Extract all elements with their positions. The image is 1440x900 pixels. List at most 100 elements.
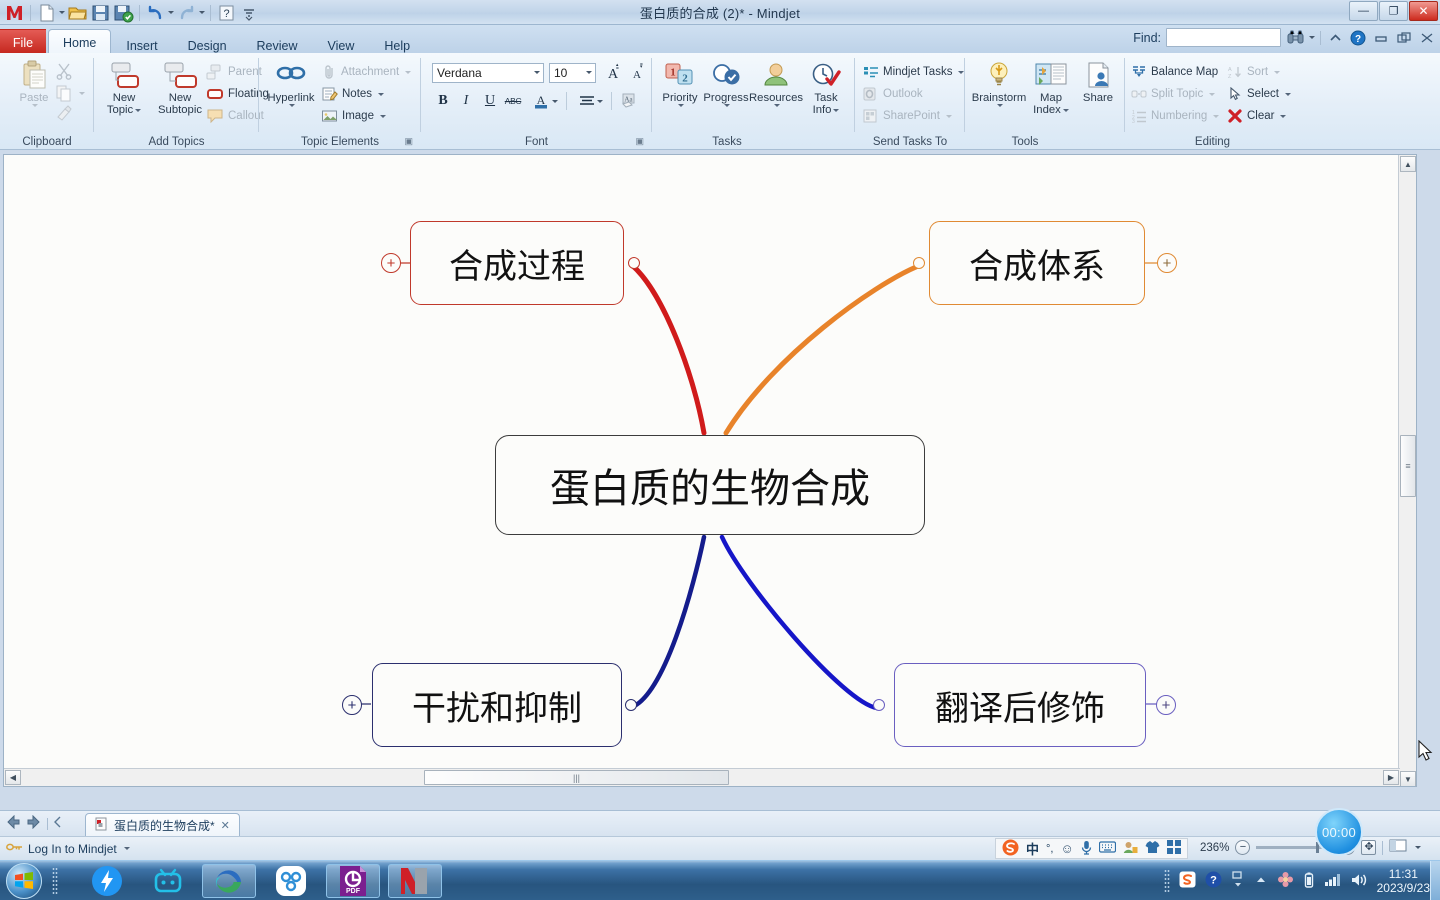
outlook-button[interactable]: Outlook (863, 84, 923, 104)
hyperlink-dropdown-icon[interactable] (289, 104, 295, 107)
numbering-dropdown-icon[interactable] (1213, 114, 1220, 118)
login-dropdown-icon[interactable] (123, 847, 130, 850)
strikethrough-button[interactable]: ABC (502, 90, 524, 112)
tray-network-icon[interactable] (1324, 872, 1341, 890)
task-info-dropdown-icon[interactable] (833, 108, 840, 112)
brainstorm-button[interactable]: Brainstorm (971, 58, 1027, 107)
topic-synthesis-process-connector[interactable] (628, 257, 640, 269)
taskbar-mindjet-icon[interactable] (388, 864, 442, 898)
login-to-mindjet-button[interactable]: Log In to Mindjet (6, 841, 130, 856)
topic-interference-inhibition[interactable]: 干扰和抑制 (372, 663, 622, 747)
document-tab[interactable]: 蛋白质的生物合成* ✕ (85, 813, 240, 837)
task-info-button[interactable]: Task Info (798, 58, 854, 116)
cut-button[interactable] (55, 61, 73, 81)
topic-post-translational-modification-expander[interactable]: + (1156, 695, 1176, 715)
skin-icon[interactable] (1145, 840, 1160, 857)
topic-interference-inhibition-connector[interactable] (625, 699, 637, 711)
zoom-out-button[interactable]: − (1235, 840, 1251, 855)
font-family-combo[interactable]: Verdana (432, 63, 544, 83)
progress-dropdown-icon[interactable] (724, 104, 730, 107)
tray-show-hidden-icon[interactable] (1254, 874, 1268, 889)
previous-tab-icon[interactable] (53, 816, 63, 831)
image-dropdown-icon[interactable] (379, 114, 386, 118)
tab-home[interactable]: Home (48, 29, 112, 55)
topic-post-translational-modification-connector[interactable] (873, 699, 885, 711)
grow-font-button[interactable]: A (601, 61, 623, 83)
mindjet-tasks-button[interactable]: Mindjet Tasks (863, 62, 965, 82)
taskbar-bilibili-icon[interactable] (141, 864, 195, 898)
scroll-right-button[interactable]: ▶ (1383, 770, 1399, 785)
canvas-vertical-scrollbar[interactable]: ▲ ≡ ▼ (1398, 155, 1416, 786)
fit-map-button[interactable]: ✥ (1361, 840, 1377, 855)
vertical-scroll-thumb[interactable]: ≡ (1400, 435, 1416, 497)
split-topic-dropdown-icon[interactable] (1209, 92, 1216, 96)
close-button[interactable]: ✕ (1409, 1, 1438, 21)
topic-elements-dialog-launcher[interactable]: ▣ (404, 136, 413, 147)
central-topic[interactable]: 蛋白质的生物合成 (495, 435, 925, 535)
forward-icon[interactable] (26, 814, 42, 832)
new-subtopic-button[interactable]: New Subtopic (152, 58, 208, 116)
user-icon[interactable] (1123, 841, 1138, 857)
notes-button[interactable]: Notes (321, 84, 385, 104)
scroll-down-button[interactable]: ▼ (1400, 771, 1416, 786)
new-topic-dropdown-icon[interactable] (135, 108, 142, 112)
mind-map-canvas[interactable]: 合成过程 + 合成体系 + 蛋白质的生物合成 干扰和抑制 + 翻译后修饰 + ▲… (3, 154, 1417, 787)
tab-file[interactable]: File (0, 29, 46, 55)
font-color-dropdown-icon[interactable] (552, 100, 558, 103)
help-circle-icon[interactable]: ? (1349, 29, 1367, 47)
clear-button[interactable]: Clear (1227, 106, 1287, 126)
taskbar-edge-icon[interactable] (202, 864, 256, 898)
paste-dropdown-icon[interactable] (32, 104, 38, 107)
topic-synthesis-system-connector[interactable] (913, 257, 925, 269)
font-color-button[interactable]: A (530, 90, 552, 112)
shrink-font-button[interactable]: A (625, 61, 647, 83)
topic-synthesis-system[interactable]: 合成体系 (929, 221, 1145, 305)
taskbar-clock[interactable]: 11:31 2023/9/23 (1377, 867, 1430, 895)
find-dropdown-icon[interactable] (1309, 36, 1315, 39)
numbering-button[interactable]: 123 Numbering (1131, 106, 1220, 126)
attachment-button[interactable]: Attachment (321, 62, 412, 82)
toolbox-icon[interactable] (1166, 840, 1181, 857)
font-dialog-launcher[interactable]: ▣ (635, 136, 644, 147)
progress-button[interactable]: Progress (698, 58, 754, 107)
back-icon[interactable] (5, 814, 21, 832)
document-tab-close-icon[interactable]: ✕ (221, 819, 230, 832)
ribbon-restore-icon[interactable] (1395, 29, 1413, 47)
topic-post-translational-modification[interactable]: 翻译后修饰 (894, 663, 1146, 747)
sogou-logo-icon[interactable] (1002, 839, 1019, 859)
new-topic-button[interactable]: New Topic (96, 58, 152, 116)
sort-button[interactable]: AZ Sort (1227, 62, 1281, 82)
resources-button[interactable]: Resources (748, 58, 804, 107)
align-dropdown-icon[interactable] (597, 100, 603, 103)
binoculars-icon[interactable] (1286, 29, 1304, 47)
notes-dropdown-icon[interactable] (378, 92, 385, 96)
sharepoint-button[interactable]: SharePoint (863, 106, 952, 126)
italic-button[interactable]: I (455, 90, 477, 112)
align-button[interactable] (576, 90, 598, 112)
find-input[interactable] (1166, 28, 1281, 47)
tray-help-icon[interactable]: ? (1205, 871, 1222, 891)
bold-button[interactable]: B (432, 90, 454, 112)
hyperlink-button[interactable]: Hyperlink (263, 58, 319, 107)
brainstorm-dropdown-icon[interactable] (997, 104, 1003, 107)
topic-synthesis-process[interactable]: 合成过程 (410, 221, 624, 305)
taskbar-pdf-icon[interactable]: PDF (326, 864, 380, 898)
ribbon-minimize-icon[interactable] (1372, 29, 1390, 47)
punctuation-icon[interactable]: °, (1046, 843, 1053, 855)
taskbar-flash-icon[interactable] (80, 864, 134, 898)
chevron-up-icon[interactable] (1326, 29, 1344, 47)
scroll-up-button[interactable]: ▲ (1400, 156, 1416, 172)
select-button[interactable]: Select (1227, 84, 1291, 104)
tray-window-icon[interactable] (1231, 870, 1245, 892)
font-size-dropdown-icon[interactable] (586, 71, 592, 74)
share-button[interactable]: Share (1070, 58, 1126, 104)
tray-battery-icon[interactable] (1303, 871, 1315, 892)
topic-synthesis-system-expander[interactable]: + (1157, 253, 1177, 273)
horizontal-scroll-thumb[interactable]: ||| (424, 770, 729, 785)
scroll-left-button[interactable]: ◀ (5, 770, 21, 785)
font-family-dropdown-icon[interactable] (534, 71, 540, 74)
callout-button[interactable]: Callout (206, 106, 264, 126)
view-mode-dropdown-icon[interactable] (1415, 846, 1422, 849)
image-button[interactable]: Image (321, 106, 386, 126)
copy-dropdown-icon[interactable] (79, 91, 85, 95)
